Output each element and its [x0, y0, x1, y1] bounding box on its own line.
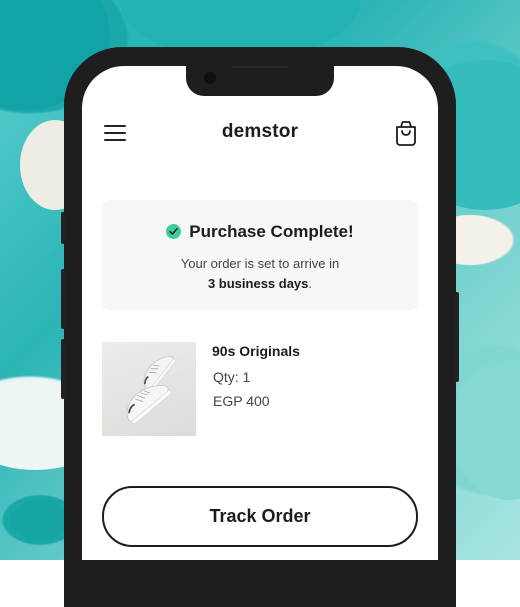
delivery-time: 3 business days — [207, 276, 309, 291]
product-price: EGP 400 — [213, 393, 270, 409]
purchase-confirmation-card: Purchase Complete! Your order is set to … — [102, 200, 418, 310]
delivery-message: Your order is set to arrive in 3 busines… — [102, 254, 418, 294]
confirmation-title-row: Purchase Complete! — [102, 222, 418, 242]
speaker-grille — [232, 66, 288, 68]
app-screen: demstor Purchase Complete! Your order is… — [82, 66, 438, 560]
brand-title: demstor — [221, 121, 299, 142]
product-quantity: Qty: 1 — [213, 369, 251, 385]
shopping-bag-icon[interactable] — [394, 120, 418, 146]
product-name: 90s Originals — [212, 343, 300, 359]
app-header: demstor — [82, 118, 438, 148]
phone-notch — [186, 66, 334, 96]
delivery-message-period: . — [308, 276, 313, 291]
order-item: 90s Originals Qty: 1 EGP 400 — [102, 342, 418, 438]
confirmation-title: Purchase Complete! — [189, 222, 354, 241]
track-order-button[interactable]: Track Order — [102, 486, 418, 547]
delivery-message-text: Your order is set to arrive in — [180, 256, 340, 271]
check-circle-icon — [166, 224, 182, 239]
front-camera — [204, 72, 216, 84]
product-image — [102, 342, 196, 436]
